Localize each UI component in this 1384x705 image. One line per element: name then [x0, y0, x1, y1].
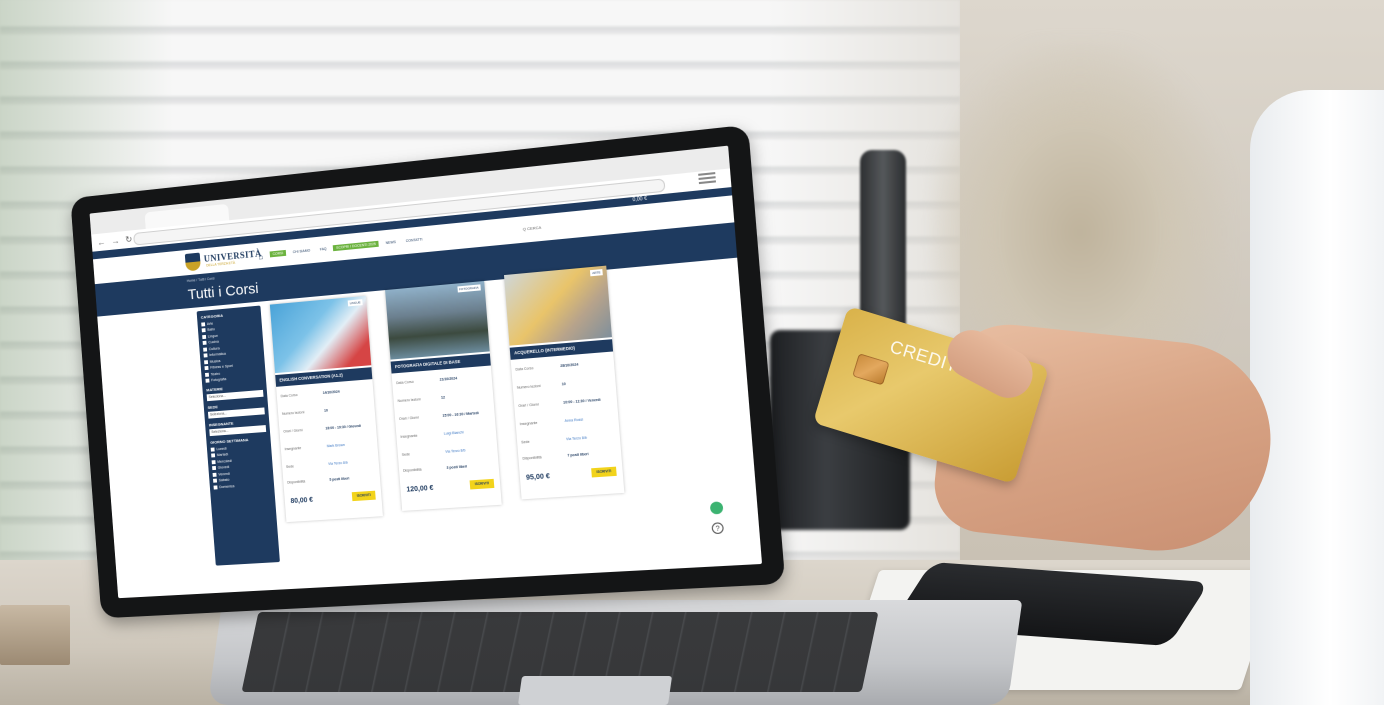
course-card[interactable]: ARTE ACQUERELLO (INTERMEDIO) Data Corso 2…	[503, 265, 625, 500]
course-price: 120,00 €	[406, 484, 434, 494]
nav-corsi[interactable]: CORSI	[269, 249, 287, 258]
course-info-row: Insegnante Mark Brown	[284, 442, 346, 452]
book	[0, 605, 70, 665]
course-info-row: Orari / Giorni 18:00 - 19:30 / Giovedì	[283, 423, 362, 434]
home-icon[interactable]: ⌂	[258, 252, 263, 261]
nav-faq[interactable]: FAQ	[317, 246, 330, 253]
course-info-row: Disponibilità 3 posti liberi	[402, 464, 468, 473]
course-price: 80,00 €	[290, 496, 314, 506]
course-card[interactable]: FOTOGRAFIA FOTOGRAFIA DIGITALE DI BASE D…	[385, 280, 502, 511]
filter-sidebar: CATEGORIA Arte Ballo Lingue Cucina Cultu…	[196, 305, 280, 566]
course-card[interactable]: LINGUE ENGLISH CONVERSATION (A1.2) Data …	[269, 295, 383, 523]
card-chip-icon	[852, 353, 890, 386]
course-info-row: Data Corso 28/10/2024	[515, 362, 579, 372]
whatsapp-icon[interactable]	[709, 501, 724, 515]
course-info-row: Numero lezioni 10	[516, 381, 566, 390]
menu-icon[interactable]	[698, 172, 717, 187]
course-info-row: Orari / Giorni 10:00 - 11:30 / Venerdì	[518, 397, 601, 409]
breadcrumb[interactable]: Home / Tutti i Corsi	[187, 277, 215, 284]
browser-nav-arrows[interactable]: ← → ↻	[97, 234, 135, 248]
nav-docenti[interactable]: SCOPRI I DOCENTI 2025	[333, 240, 380, 252]
course-info-row: Data Corso 14/10/2024	[280, 389, 340, 399]
shirt-sleeve	[1250, 90, 1384, 705]
course-info-row: Numero lezioni 10	[281, 408, 329, 416]
iscriviti-button[interactable]: ISCRIVITI	[469, 478, 495, 490]
search-link[interactable]: Q CERCA	[523, 225, 542, 232]
iscriviti-button[interactable]: ISCRIVITI	[591, 466, 617, 478]
course-info-row: Disponibilità 5 posti liberi	[287, 476, 350, 485]
logo-shield-icon[interactable]	[184, 252, 201, 272]
nav-news[interactable]: NEWS	[382, 239, 399, 247]
course-info-row: Data Corso 21/10/2024	[396, 376, 458, 386]
course-info-row: Orari / Giorni 15:00 - 16:30 / Martedì	[398, 411, 479, 421]
course-price: 95,00 €	[525, 473, 551, 482]
course-info-row: Disponibilità 7 posti liberi	[522, 452, 589, 461]
course-info-row: Insegnante Luigi Bianchi	[400, 430, 464, 439]
laptop-screen: ← → ↻ 0,00 € UNIVERSITÀ DELLA TERZA ETÀ …	[89, 145, 763, 599]
course-image[interactable]	[503, 265, 612, 346]
course-info-row: Sede Via Terzo 8/b	[401, 448, 466, 457]
course-info-row: Sede Via Terzo 8/b	[285, 460, 348, 469]
course-info-row: Sede Via Terzo 8/b	[521, 435, 588, 445]
course-image[interactable]	[269, 295, 372, 374]
category-badge: ARTE	[589, 269, 603, 277]
course-image[interactable]	[385, 280, 490, 360]
course-info-row: Insegnante Anna Rossi	[519, 417, 584, 427]
page-title: Tutti i Corsi	[187, 280, 260, 304]
nav-contatti[interactable]: CONTATTI	[403, 236, 426, 244]
help-icon[interactable]: ?	[711, 522, 725, 535]
dried-plant	[930, 40, 1230, 360]
laptop-screen-bezel: ← → ↻ 0,00 € UNIVERSITÀ DELLA TERZA ETÀ …	[70, 124, 786, 619]
laptop-trackpad	[517, 676, 673, 705]
course-info-row: Numero lezioni 12	[397, 395, 446, 404]
nav-chi-siamo[interactable]: CHI SIAMO	[290, 247, 314, 255]
iscriviti-button[interactable]: ISCRIVITI	[351, 490, 376, 502]
cart-total[interactable]: 0,00 €	[632, 196, 647, 204]
